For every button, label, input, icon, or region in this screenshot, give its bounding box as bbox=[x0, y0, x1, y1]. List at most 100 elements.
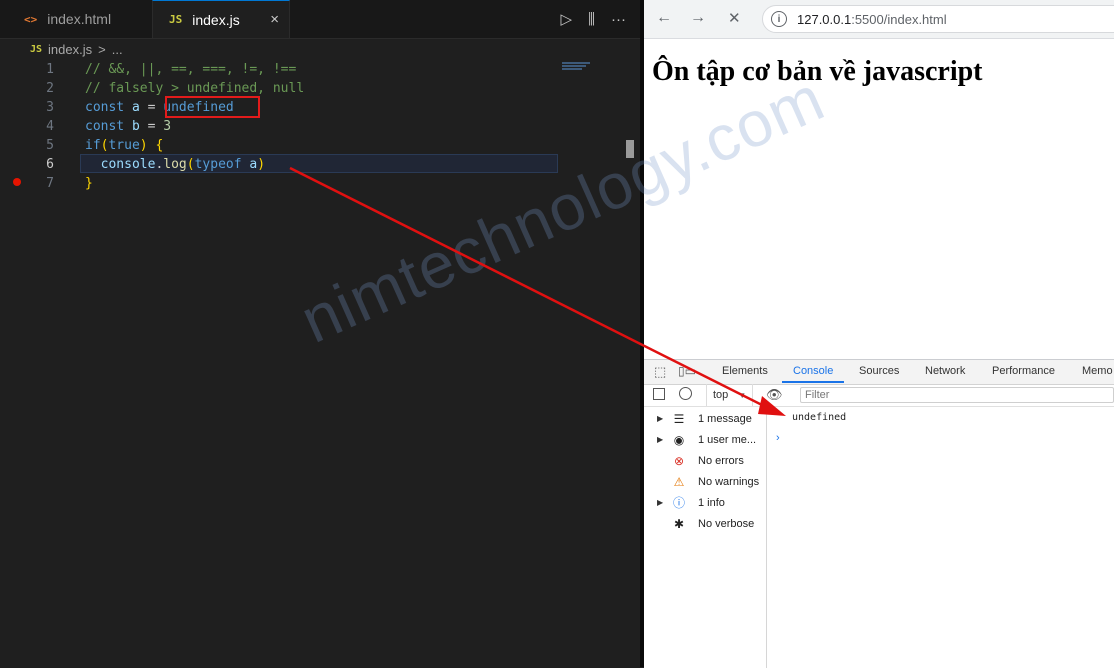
url-text[interactable]: 127.0.0.1:5500/index.html bbox=[797, 12, 947, 27]
breakpoint-icon[interactable] bbox=[13, 178, 21, 186]
browser-toolbar: ← → ✕ i 127.0.0.1:5500/index.html bbox=[644, 0, 1114, 39]
back-arrow-icon[interactable]: ← bbox=[656, 9, 672, 27]
console-toolbar: top ▼ 👁 Filter bbox=[644, 384, 1114, 407]
console-sidebar-item[interactable]: ▶ ⓘ 1 info bbox=[644, 492, 766, 513]
devtools-tab-network[interactable]: Network bbox=[925, 365, 965, 377]
line-number: 5 bbox=[46, 138, 54, 153]
console-prompt[interactable]: › bbox=[776, 432, 780, 444]
line-number: 1 bbox=[46, 62, 54, 77]
devtools-tab-memory[interactable]: Memo bbox=[1082, 365, 1113, 377]
code-text: console.log(typeof a) bbox=[85, 155, 265, 174]
js-file-icon: JS bbox=[30, 43, 43, 55]
run-icon[interactable]: ▷ bbox=[561, 10, 573, 28]
inspect-element-icon[interactable]: ⬚ bbox=[654, 364, 666, 380]
breadcrumb-file[interactable]: index.js bbox=[48, 42, 92, 57]
editor-actions: ▷ ⫼ ··· bbox=[561, 0, 626, 38]
forward-arrow-icon[interactable]: → bbox=[690, 9, 706, 27]
breadcrumb-separator: > bbox=[98, 41, 106, 57]
console-sidebar-item[interactable]: ⚠ No warnings bbox=[644, 471, 766, 492]
code-text: } bbox=[85, 174, 93, 193]
tab-label: index.js bbox=[192, 11, 240, 28]
devtools-tab-console[interactable]: Console bbox=[793, 365, 833, 377]
sidebar-item-icon: ⓘ bbox=[672, 496, 685, 510]
devtools-tab-bar: ⬚ ▯▭ Elements Console Sources Network Pe… bbox=[644, 360, 1114, 385]
close-tab-icon[interactable]: × bbox=[270, 11, 279, 28]
stop-icon[interactable]: ✕ bbox=[728, 9, 741, 27]
line-number: 2 bbox=[46, 81, 54, 96]
expand-arrow-icon: ▶ bbox=[657, 414, 664, 423]
code-line[interactable]: 1 // &&, ||, ==, ===, !=, !== bbox=[0, 60, 620, 79]
code-area[interactable]: 1 // &&, ||, ==, ===, !=, !== 2 // falsely … bbox=[0, 60, 620, 193]
code-token: { bbox=[155, 138, 164, 153]
address-bar[interactable]: i 127.0.0.1:5500/index.html bbox=[762, 5, 1114, 33]
devtools-tab-elements[interactable]: Elements bbox=[722, 365, 768, 377]
code-token: a bbox=[131, 100, 140, 115]
code-text: if(true) { bbox=[85, 136, 163, 155]
line-number: 6 bbox=[46, 157, 54, 172]
code-token: const bbox=[85, 119, 132, 134]
expand-arrow-icon: ▶ bbox=[657, 435, 664, 444]
expand-arrow-icon: ▶ bbox=[657, 498, 664, 507]
code-token: ) bbox=[139, 138, 148, 153]
sidebar-toggle-icon[interactable] bbox=[653, 388, 665, 400]
code-line[interactable]: 3 const a = undefined bbox=[0, 98, 620, 117]
code-token: // falsely > undefined, null bbox=[85, 81, 305, 96]
minimap[interactable] bbox=[562, 62, 592, 70]
code-token: ) bbox=[257, 157, 266, 172]
code-token: b bbox=[131, 119, 140, 134]
code-token: typeof bbox=[194, 157, 250, 172]
line-number: 7 bbox=[46, 176, 54, 191]
code-token: = bbox=[139, 100, 164, 115]
clear-console-icon[interactable] bbox=[679, 387, 692, 400]
code-token: if bbox=[85, 138, 101, 153]
editor-tab-bar: <> index.html JS index.js × ▷ ⫼ ··· bbox=[0, 0, 640, 39]
code-line[interactable]: 4 const b = 3 bbox=[0, 117, 620, 136]
annotation-highlight-box bbox=[165, 96, 260, 118]
devtools-tab-performance[interactable]: Performance bbox=[992, 365, 1055, 377]
split-editor-icon[interactable]: ⫼ bbox=[588, 11, 595, 28]
context-value: top bbox=[713, 389, 729, 401]
sidebar-item-label: No verbose bbox=[698, 517, 755, 530]
url-path: :5500/index.html bbox=[851, 11, 947, 27]
code-token: console bbox=[100, 157, 156, 172]
chevron-down-icon: ▼ bbox=[738, 390, 747, 400]
code-line[interactable]: 5 if(true) { bbox=[0, 136, 620, 155]
more-actions-icon[interactable]: ··· bbox=[611, 11, 626, 28]
console-sidebar-item[interactable]: ⊗ No errors bbox=[644, 450, 766, 471]
tab-index-js[interactable]: JS index.js × bbox=[152, 0, 290, 38]
code-text: // &&, ||, ==, ===, !=, !== bbox=[85, 60, 296, 79]
page-heading: Ôn tập cơ bản về javascript bbox=[652, 56, 983, 87]
line-number: 4 bbox=[46, 119, 54, 134]
console-log-output: undefined bbox=[792, 412, 847, 423]
breadcrumb: JS index.js > ... bbox=[30, 39, 123, 59]
code-token: } bbox=[85, 176, 93, 191]
code-token: // &&, ||, ==, ===, !=, !== bbox=[85, 62, 297, 77]
url-host: 127.0.0.1 bbox=[797, 11, 852, 27]
device-toolbar-icon[interactable]: ▯▭ bbox=[678, 364, 696, 378]
sidebar-item-label: 1 info bbox=[698, 496, 725, 509]
live-expression-eye-icon[interactable]: 👁 bbox=[766, 387, 783, 403]
breadcrumb-symbol[interactable]: ... bbox=[112, 42, 123, 57]
sidebar-item-label: 1 user me... bbox=[698, 433, 757, 446]
context-select[interactable]: top ▼ bbox=[706, 384, 754, 406]
code-token: true bbox=[108, 138, 140, 153]
code-token: = bbox=[139, 119, 164, 134]
console-sidebar-item[interactable]: ▶ ☰ 1 message bbox=[644, 408, 766, 429]
active-tab-indicator bbox=[782, 381, 844, 383]
code-line[interactable]: 2 // falsely > undefined, null bbox=[0, 79, 620, 98]
code-token: log bbox=[163, 157, 187, 172]
console-filter-input[interactable]: Filter bbox=[800, 387, 1114, 403]
console-sidebar-item[interactable]: ✱ No verbose bbox=[644, 513, 766, 534]
console-sidebar: ▶ ☰ 1 message ▶ ◉ 1 user me... ⊗ No errors ⚠ No w… bbox=[644, 406, 767, 668]
sidebar-item-icon: ◉ bbox=[673, 432, 685, 447]
site-info-icon[interactable]: i bbox=[771, 11, 787, 27]
sidebar-item-icon: ☰ bbox=[673, 411, 685, 426]
tab-index-html[interactable]: <> index.html bbox=[10, 0, 150, 38]
console-sidebar-item[interactable]: ▶ ◉ 1 user me... bbox=[644, 429, 766, 450]
sidebar-item-label: 1 message bbox=[698, 412, 752, 425]
code-line[interactable]: 6 console.log(typeof a) bbox=[0, 155, 620, 174]
devtools-tab-sources[interactable]: Sources bbox=[859, 365, 899, 377]
tab-label: index.html bbox=[47, 11, 112, 27]
html-file-icon: <> bbox=[24, 12, 38, 26]
